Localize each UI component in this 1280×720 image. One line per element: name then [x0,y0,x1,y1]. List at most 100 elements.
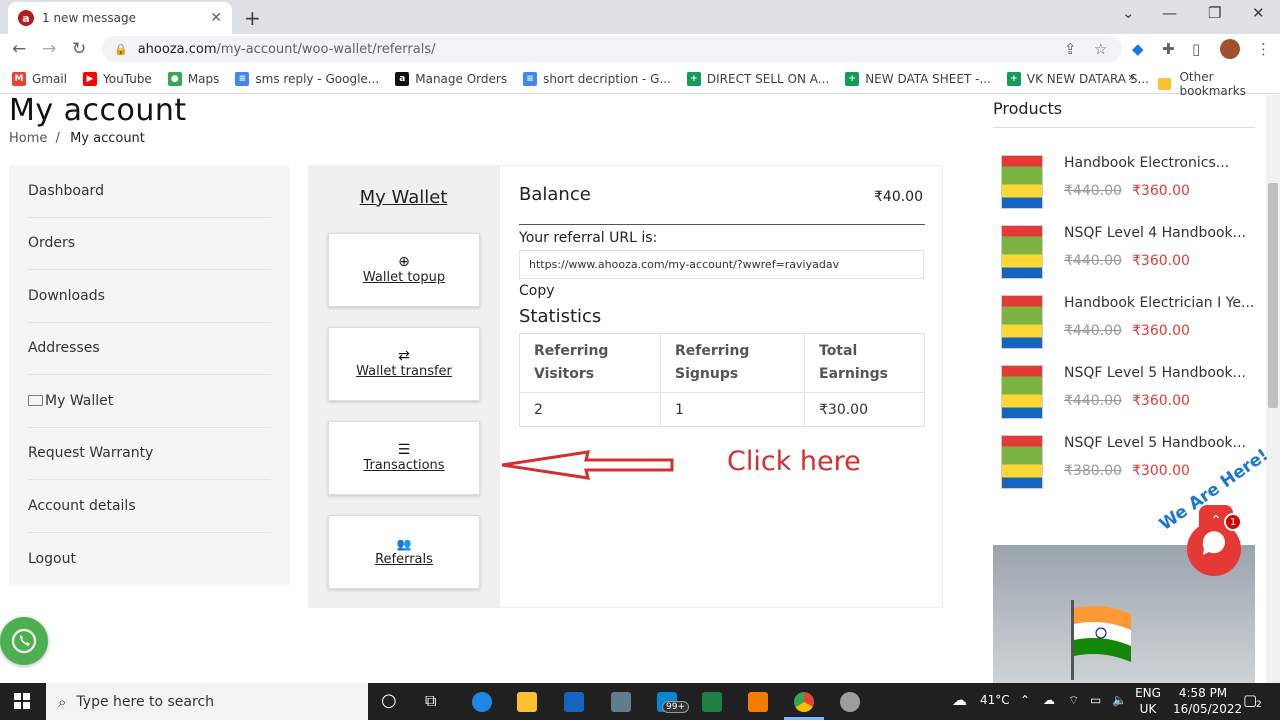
bookmark-item[interactable]: ● Maps [167,71,219,86]
product-thumbnail[interactable] [1001,435,1043,489]
store-icon[interactable] [564,692,584,712]
product-item[interactable]: NSQF Level 4 Handbook... ₹440.00 ₹360.00 [993,225,1255,285]
product-thumbnail[interactable] [1001,155,1043,209]
product-price: ₹360.00 [1132,323,1190,339]
new-tab-button[interactable]: + [244,6,261,30]
referral-url-label: Your referral URL is: [519,230,658,246]
forward-button[interactable]: → [42,39,56,59]
column-header: Referring Signups [660,333,805,393]
product-thumbnail[interactable] [1001,365,1043,419]
transactions-button[interactable]: ☰ Transactions [328,421,480,495]
product-name[interactable]: NSQF Level 5 Handbook... [1064,435,1246,451]
battery-icon[interactable]: ▭ [1090,693,1101,707]
tab-search-icon[interactable]: ⌄ [1122,4,1135,22]
task-view-icon[interactable]: ⧉ [425,691,436,711]
windows-start-icon[interactable] [14,693,30,709]
bookmark-item[interactable]: + NEW DATA SHEET -... [845,71,991,86]
chrome-menu-icon[interactable]: ⋮ [1256,40,1271,58]
referrals-button[interactable]: 👥 Referrals [328,515,480,589]
docs-icon: ≡ [523,71,538,86]
xampp-icon[interactable] [748,692,768,712]
product-item[interactable]: Handbook Electrician I Ye... ₹440.00 ₹36… [993,295,1255,355]
product-old-price: ₹380.00 [1064,463,1122,479]
bookmark-item[interactable]: ▶ YouTube [83,71,152,86]
close-tab-icon[interactable]: ✕ [210,10,222,26]
browser-tab[interactable]: a 1 new message ✕ [8,2,232,34]
other-bookmarks[interactable]: Other bookmarks [1158,70,1280,98]
nav-item-dashboard[interactable]: Dashboard [28,165,271,218]
back-button[interactable]: ← [12,39,26,59]
wallet-topup-button[interactable]: ⊕ Wallet topup [328,233,480,307]
copy-button[interactable]: Copy [519,283,555,299]
reload-button[interactable]: ↻ [72,39,86,59]
volume-icon[interactable]: 🔈 [1112,693,1127,707]
product-name[interactable]: NSQF Level 4 Handbook... [1064,225,1246,241]
network-icon[interactable]: ⌔ [1068,693,1079,708]
share-icon[interactable]: ⇪ [1064,40,1077,58]
mail-badge: 99+ [662,701,689,713]
address-bar[interactable]: 🔒 ahooza.com/my-account/woo-wallet/refer… [102,36,1122,62]
excel-icon[interactable] [702,692,722,712]
wallet-icon [28,395,43,407]
red-arrow-annotation [501,450,674,480]
bookmark-star-icon[interactable]: ☆ [1094,40,1107,58]
account-navigation: Dashboard Orders Downloads Addresses My … [9,165,290,585]
more-bookmarks-button[interactable]: » [1128,70,1135,84]
cortana-icon[interactable]: ○ [381,690,397,711]
edge-icon[interactable] [472,692,492,712]
bookmark-item[interactable]: M Gmail [12,71,67,86]
nav-item-addresses[interactable]: Addresses [28,323,271,375]
product-price: ₹360.00 [1132,393,1190,409]
wallet-content: Balance ₹40.00 Your referral URL is: htt… [499,165,943,608]
page-scrollbar[interactable] [1266,95,1280,683]
taskbar-clock[interactable]: 4:58 PM 16/05/2022 [1173,685,1242,717]
scrollbar-thumb[interactable] [1268,183,1278,408]
url-domain: ahooza.com [137,41,217,57]
minimize-button[interactable]: — [1162,4,1177,22]
language-indicator[interactable]: ENG UK [1134,685,1162,717]
product-item[interactable]: NSQF Level 5 Handbook... ₹440.00 ₹360.00 [993,365,1255,425]
maximize-button[interactable]: ❐ [1208,4,1221,22]
product-price: ₹360.00 [1132,183,1190,199]
extensions-puzzle-icon[interactable]: ✚ [1162,40,1175,58]
product-thumbnail[interactable] [1001,295,1043,349]
bookmark-label: DIRECT SELL ON A... [706,71,830,86]
product-name[interactable]: NSQF Level 5 Handbook... [1064,365,1246,381]
show-hidden-icons[interactable]: ⌃ [1020,693,1030,707]
chrome-icon[interactable] [794,692,814,712]
product-name[interactable]: Handbook Electrician I Ye... [1064,295,1254,311]
nav-item-downloads[interactable]: Downloads [28,270,271,323]
whatsapp-button[interactable] [0,617,48,665]
docs-icon: ≡ [235,71,250,86]
weather-temp: 41°C [980,693,1010,707]
breadcrumb-home-link[interactable]: Home [9,131,47,146]
extension-icon[interactable]: ◆ [1132,40,1144,58]
nav-item-account-details[interactable]: Account details [28,480,271,533]
taskbar-search[interactable]: ⌕ Type here to search [46,683,368,720]
product-name[interactable]: Handbook Electronics... [1064,155,1229,171]
profile-avatar[interactable] [1220,39,1240,59]
bookmark-item[interactable]: ≡ short decription - G... [523,71,671,86]
app-icon[interactable] [840,692,860,712]
list-icon: ☰ [397,442,411,458]
calculator-icon[interactable] [611,692,631,712]
india-flag-icon [1071,600,1131,680]
nav-item-request-warranty[interactable]: Request Warranty [28,428,271,480]
weather-icon[interactable]: ☁ [952,691,967,709]
bookmark-item[interactable]: ≡ sms reply - Google... [235,71,379,86]
bookmarks-bar: M Gmail ▶ YouTube ● Maps ≡ sms reply - Google..… [0,64,1280,94]
balance-label: Balance [519,184,591,205]
nav-item-orders[interactable]: Orders [28,218,271,270]
file-explorer-icon[interactable] [517,692,537,712]
close-window-button[interactable]: ✕ [1252,4,1265,22]
bookmark-item[interactable]: a Manage Orders [395,71,507,86]
nav-item-my-wallet[interactable]: My Wallet [28,375,271,428]
product-thumbnail[interactable] [1001,225,1043,279]
product-item[interactable]: Handbook Electronics... ₹440.00 ₹360.00 [993,155,1255,215]
side-panel-icon[interactable]: ▯ [1192,40,1200,58]
referral-url-field[interactable]: https://www.ahooza.com/my-account/?wwref… [519,250,924,279]
wallet-transfer-button[interactable]: ⇄ Wallet transfer [328,327,480,401]
onedrive-icon[interactable]: ☁ [1043,693,1055,707]
bookmark-item[interactable]: + DIRECT SELL ON A... [686,71,830,86]
nav-item-logout[interactable]: Logout [28,533,271,586]
